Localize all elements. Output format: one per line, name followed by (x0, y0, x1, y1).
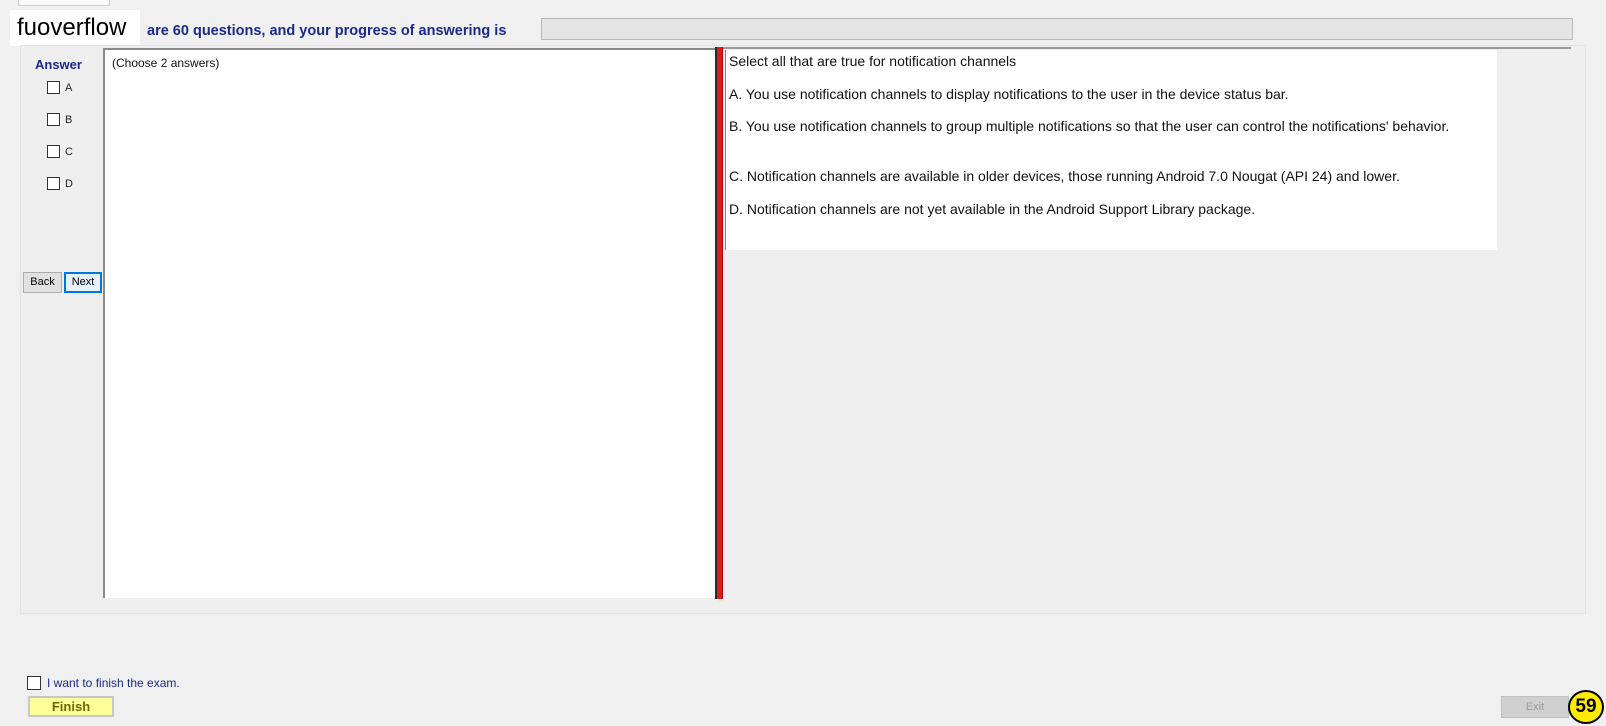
question-prompt: Select all that are true for notificatio… (729, 53, 1017, 69)
answer-title: Answer (35, 57, 82, 72)
question-box: Select all that are true for notificatio… (725, 50, 1497, 250)
top-tab (18, 0, 110, 6)
finish-exam-label: I want to finish the exam. (47, 676, 180, 690)
notes-area[interactable]: (Choose 2 answers) (103, 48, 715, 598)
question-choice-a: A. You use notification channels to disp… (729, 86, 1289, 102)
option-d-label: D (65, 177, 73, 190)
option-c-label: C (65, 145, 73, 158)
finish-exam-check[interactable]: I want to finish the exam. (27, 676, 180, 690)
answer-option-a[interactable]: A (47, 81, 72, 94)
next-button[interactable]: Next (64, 272, 102, 293)
answer-option-d[interactable]: D (47, 177, 73, 190)
choose-count-text: (Choose 2 answers) (112, 56, 220, 70)
question-top-border (723, 47, 1571, 49)
option-d-checkbox[interactable] (47, 177, 60, 190)
progress-bar (541, 18, 1573, 40)
finish-exam-checkbox[interactable] (27, 676, 41, 690)
option-a-label: A (65, 81, 73, 94)
option-c-checkbox[interactable] (47, 145, 60, 158)
answer-column: Answer A B C D (22, 48, 104, 598)
option-a-checkbox[interactable] (47, 81, 60, 94)
answer-option-c[interactable]: C (47, 145, 73, 158)
answer-option-b[interactable]: B (47, 113, 72, 126)
question-number-badge: 59 (1568, 690, 1604, 724)
panel-divider[interactable] (715, 47, 723, 599)
option-b-label: B (65, 113, 73, 126)
finish-button[interactable]: Finish (28, 696, 114, 717)
exit-button[interactable]: Exit (1501, 696, 1569, 718)
watermark: fuoverflow (10, 10, 140, 46)
question-choice-d: D. Notification channels are not yet ava… (729, 201, 1256, 217)
progress-header-text: are 60 questions, and your progress of a… (147, 23, 507, 39)
option-b-checkbox[interactable] (47, 113, 60, 126)
question-choice-b: B. You use notification channels to grou… (729, 118, 1450, 134)
back-button[interactable]: Back (23, 272, 62, 293)
question-choice-c: C. Notification channels are available i… (729, 168, 1400, 184)
